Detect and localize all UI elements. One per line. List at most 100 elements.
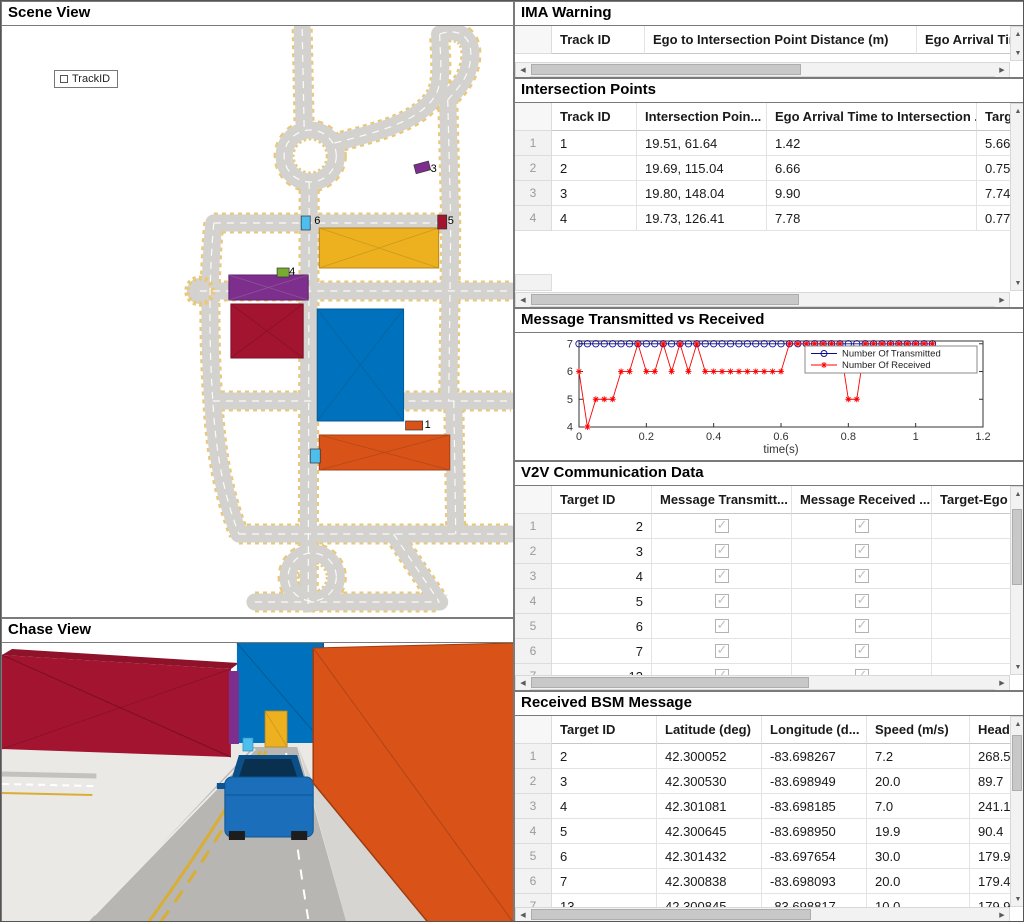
- scroll-right-arrow-icon[interactable]: ▶: [995, 293, 1009, 307]
- scroll-up-arrow-icon[interactable]: ▲: [1011, 717, 1024, 731]
- checkbox-checked[interactable]: [855, 544, 869, 558]
- table-cell[interactable]: 19.73, 126.41: [637, 206, 767, 231]
- column-header[interactable]: Ego Arrival Tim...: [917, 26, 1010, 54]
- scroll-thumb[interactable]: [1012, 509, 1022, 585]
- table-row[interactable]: 34: [515, 564, 1010, 589]
- table-cell[interactable]: 13: [552, 894, 657, 907]
- table-cell[interactable]: 20.0: [867, 769, 970, 794]
- checkbox-checked[interactable]: [855, 594, 869, 608]
- scroll-down-arrow-icon[interactable]: ▼: [1011, 46, 1024, 60]
- table-cell[interactable]: 42.300845: [657, 894, 762, 907]
- table-cell[interactable]: [792, 589, 932, 614]
- table-cell[interactable]: 19.69, 115.04: [637, 156, 767, 181]
- table-cell[interactable]: 2: [552, 744, 657, 769]
- horizontal-scrollbar[interactable]: ◀▶: [515, 62, 1010, 77]
- table-cell[interactable]: 7.0: [867, 794, 970, 819]
- table-cell[interactable]: -83.698185: [762, 794, 867, 819]
- table-cell[interactable]: 20.0: [867, 869, 970, 894]
- column-header[interactable]: Speed (m/s): [867, 716, 970, 744]
- scroll-down-arrow-icon[interactable]: ▼: [1011, 892, 1024, 906]
- table-cell[interactable]: 1: [552, 131, 637, 156]
- table-cell[interactable]: 4: [552, 206, 637, 231]
- table-cell[interactable]: [932, 564, 1010, 589]
- table-cell[interactable]: -83.698093: [762, 869, 867, 894]
- table-row[interactable]: 56: [515, 614, 1010, 639]
- table-cell[interactable]: [792, 639, 932, 664]
- table-cell[interactable]: 13: [552, 664, 652, 675]
- table-cell[interactable]: 5: [552, 819, 657, 844]
- horizontal-scrollbar[interactable]: ◀▶: [515, 292, 1010, 307]
- table-cell[interactable]: -83.698817: [762, 894, 867, 907]
- checkbox-checked[interactable]: [715, 619, 729, 633]
- table-cell[interactable]: 7.78: [767, 206, 977, 231]
- scroll-right-arrow-icon[interactable]: ▶: [995, 908, 1009, 922]
- table-row[interactable]: 4419.73, 126.417.780.77: [515, 206, 1010, 231]
- scroll-down-arrow-icon[interactable]: ▼: [1011, 660, 1024, 674]
- table-cell[interactable]: 7.74: [977, 181, 1010, 206]
- table-cell[interactable]: 179.9: [970, 844, 1010, 869]
- table-cell[interactable]: [652, 564, 792, 589]
- table-row[interactable]: 71342.300845-83.69881710.0179.9: [515, 894, 1010, 907]
- column-header[interactable]: Intersection Poin...: [637, 103, 767, 131]
- horizontal-scrollbar[interactable]: ◀▶: [515, 907, 1010, 922]
- scroll-thumb[interactable]: [1012, 735, 1022, 791]
- table-cell[interactable]: -83.698267: [762, 744, 867, 769]
- table-cell[interactable]: [652, 514, 792, 539]
- column-header[interactable]: Target ID: [552, 486, 652, 514]
- scroll-track[interactable]: [530, 293, 995, 306]
- table-cell[interactable]: [792, 664, 932, 675]
- trackid-checkbox[interactable]: [60, 75, 68, 83]
- trackid-legend[interactable]: TrackID: [54, 70, 118, 88]
- table-cell[interactable]: 30.0: [867, 844, 970, 869]
- scroll-track[interactable]: [1011, 731, 1023, 892]
- checkbox-checked[interactable]: [855, 644, 869, 658]
- table-cell[interactable]: 90.4: [970, 819, 1010, 844]
- column-header[interactable]: Target ID: [552, 716, 657, 744]
- table-cell[interactable]: [932, 539, 1010, 564]
- table-cell[interactable]: [652, 664, 792, 675]
- vertical-scrollbar[interactable]: ▲▼: [1010, 103, 1024, 291]
- scroll-right-arrow-icon[interactable]: ▶: [995, 63, 1009, 77]
- scroll-track[interactable]: [1011, 501, 1023, 660]
- checkbox-checked[interactable]: [715, 544, 729, 558]
- scroll-thumb[interactable]: [531, 294, 799, 305]
- table-cell[interactable]: [792, 539, 932, 564]
- column-header[interactable]: Latitude (deg): [657, 716, 762, 744]
- table-cell[interactable]: 241.1: [970, 794, 1010, 819]
- scroll-down-arrow-icon[interactable]: ▼: [1011, 276, 1024, 290]
- horizontal-scrollbar[interactable]: ◀▶: [515, 675, 1010, 690]
- scroll-track[interactable]: [530, 676, 995, 689]
- table-cell[interactable]: [652, 614, 792, 639]
- checkbox-checked[interactable]: [855, 619, 869, 633]
- table-cell[interactable]: 3: [552, 181, 637, 206]
- table-row[interactable]: 713: [515, 664, 1010, 675]
- table-cell[interactable]: [652, 589, 792, 614]
- scroll-thumb[interactable]: [531, 677, 809, 688]
- table-cell[interactable]: 0.77: [977, 206, 1010, 231]
- table-cell[interactable]: 10.0: [867, 894, 970, 907]
- table-cell[interactable]: 2: [552, 156, 637, 181]
- table-cell[interactable]: 268.5: [970, 744, 1010, 769]
- table-cell[interactable]: 7.2: [867, 744, 970, 769]
- column-header[interactable]: Ego Arrival Time to Intersection ...: [767, 103, 977, 131]
- table-cell[interactable]: 19.9: [867, 819, 970, 844]
- table-cell[interactable]: [932, 639, 1010, 664]
- checkbox-checked[interactable]: [715, 594, 729, 608]
- table-cell[interactable]: 6.66: [767, 156, 977, 181]
- scroll-track[interactable]: [530, 63, 995, 76]
- scroll-thumb[interactable]: [531, 64, 801, 75]
- table-cell[interactable]: 19.80, 148.04: [637, 181, 767, 206]
- column-header[interactable]: Track ID: [552, 103, 637, 131]
- table-cell[interactable]: 42.301081: [657, 794, 762, 819]
- table-cell[interactable]: 42.300530: [657, 769, 762, 794]
- table-cell[interactable]: 42.301432: [657, 844, 762, 869]
- table-cell[interactable]: [932, 664, 1010, 675]
- table-row[interactable]: 45: [515, 589, 1010, 614]
- column-header[interactable]: Message Received ...: [792, 486, 932, 514]
- table-cell[interactable]: 179.9: [970, 894, 1010, 907]
- column-header[interactable]: Targe...: [977, 103, 1010, 131]
- table-row[interactable]: 3442.301081-83.6981857.0241.1: [515, 794, 1010, 819]
- table-row[interactable]: 2219.69, 115.046.660.75: [515, 156, 1010, 181]
- table-row[interactable]: 5642.301432-83.69765430.0179.9: [515, 844, 1010, 869]
- checkbox-checked[interactable]: [715, 519, 729, 533]
